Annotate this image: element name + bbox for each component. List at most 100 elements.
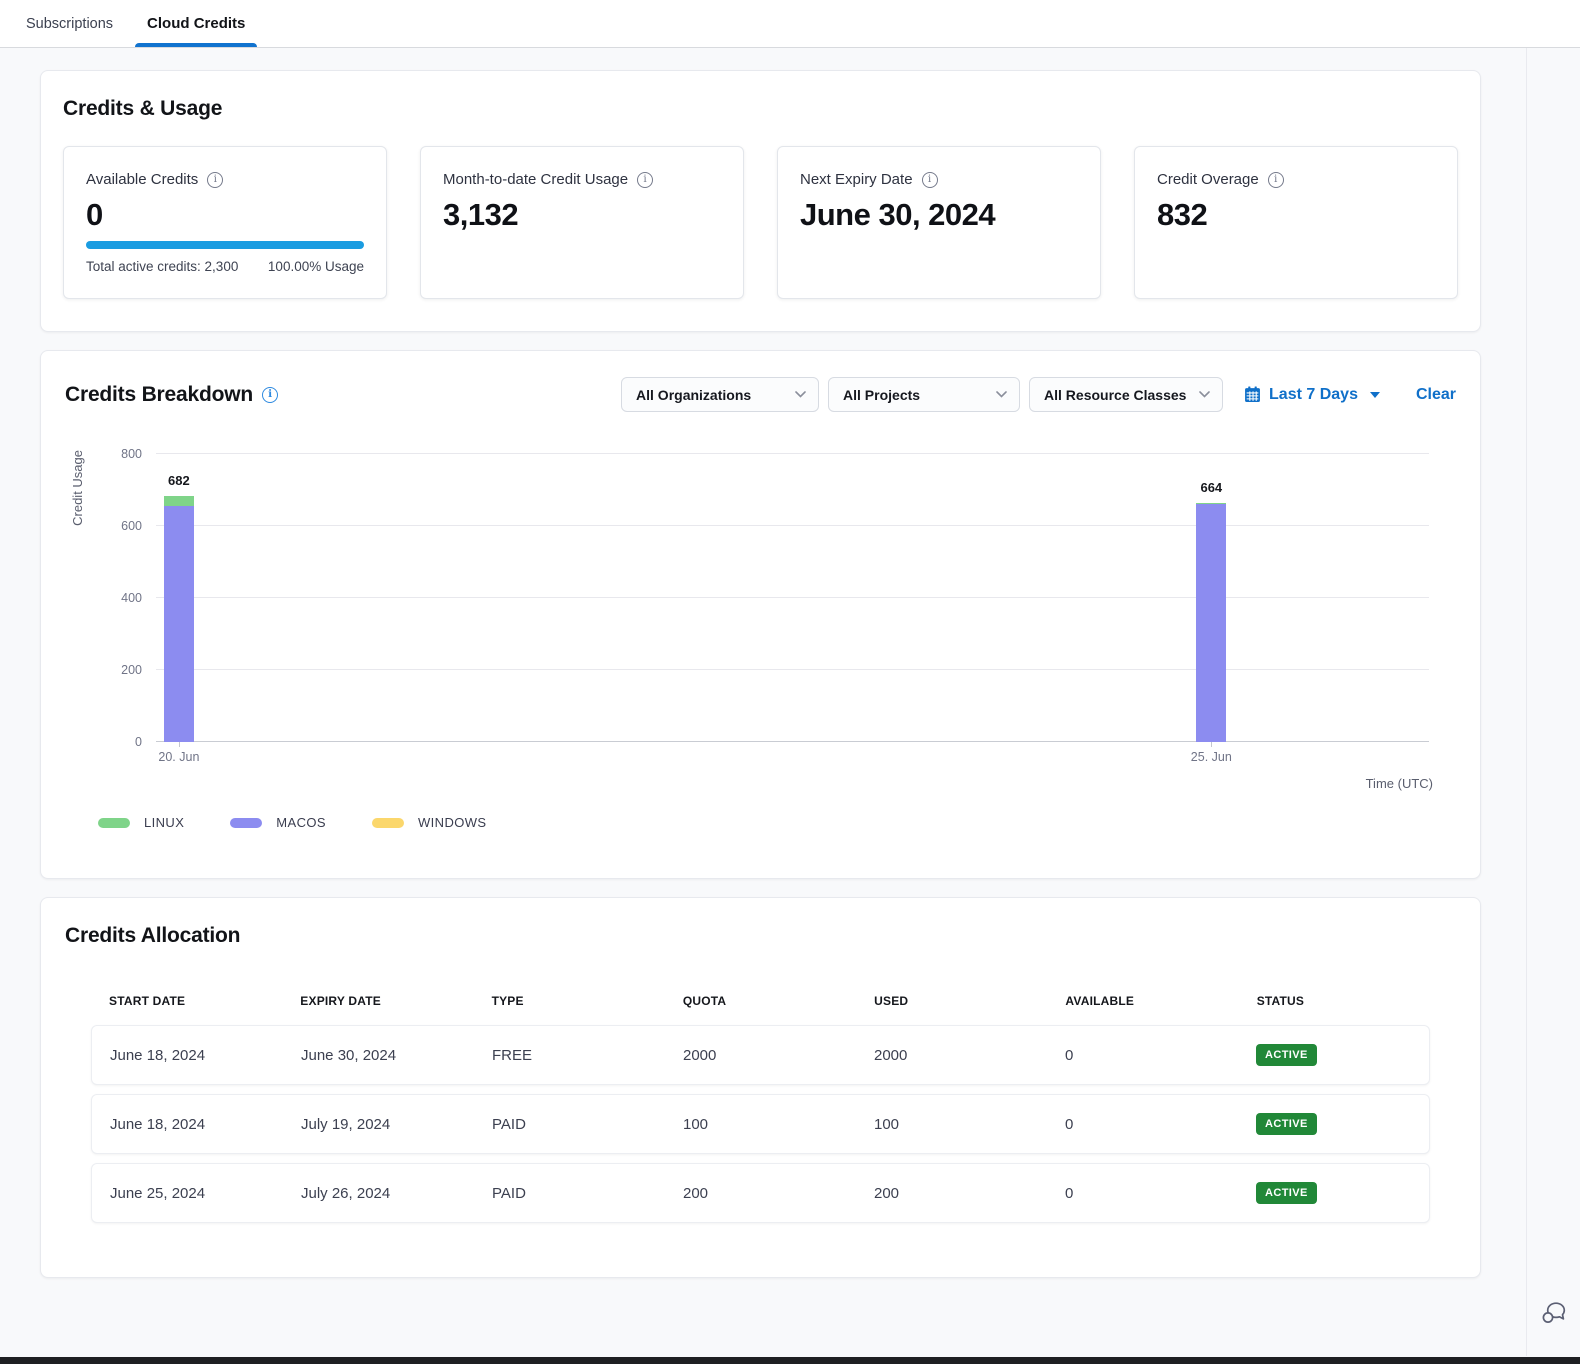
cell-start-date: June 18, 2024 bbox=[92, 1116, 283, 1133]
support-chat-button[interactable] bbox=[1539, 1300, 1567, 1326]
legend-swatch bbox=[372, 818, 404, 828]
cell-type: FREE bbox=[474, 1047, 665, 1064]
x-axis-tick bbox=[1211, 742, 1212, 747]
cell-type: PAID bbox=[474, 1185, 665, 1202]
chat-bubbles-icon bbox=[1539, 1300, 1567, 1326]
credits-allocation-section: Credits Allocation START DATE EXPIRY DAT… bbox=[40, 897, 1481, 1278]
credits-breakdown-title: Credits Breakdown i bbox=[65, 383, 278, 407]
chevron-down-icon bbox=[996, 391, 1007, 398]
usage-percentage: 100.00% Usage bbox=[268, 259, 364, 274]
cell-available: 0 bbox=[1047, 1047, 1238, 1064]
stacked-bar bbox=[164, 496, 194, 742]
right-rail-divider bbox=[1526, 48, 1527, 1356]
credits-usage-title: Credits & Usage bbox=[63, 97, 1458, 121]
y-axis-tick-label: 400 bbox=[121, 591, 142, 605]
available-credits-value: 0 bbox=[86, 197, 364, 233]
legend-label: MACOS bbox=[276, 815, 326, 830]
col-used: USED bbox=[856, 994, 1047, 1008]
credits-usage-section: Credits & Usage Available Credits i 0 To… bbox=[40, 70, 1481, 332]
tab-cloud-credits-label: Cloud Credits bbox=[147, 15, 245, 32]
calendar-icon bbox=[1244, 386, 1261, 403]
cell-expiry-date: July 26, 2024 bbox=[283, 1185, 474, 1202]
tab-bar: Subscriptions Cloud Credits bbox=[0, 0, 1580, 48]
available-credits-card: Available Credits i 0 Total active credi… bbox=[63, 146, 387, 299]
tab-subscriptions-label: Subscriptions bbox=[26, 16, 113, 32]
x-axis-tick-label: 20. Jun bbox=[158, 750, 199, 764]
status-badge: ACTIVE bbox=[1256, 1113, 1317, 1135]
table-row: June 18, 2024 July 19, 2024 PAID 100 100… bbox=[91, 1094, 1430, 1154]
bar-total-label: 682 bbox=[168, 473, 190, 488]
cell-quota: 100 bbox=[665, 1116, 856, 1133]
cell-used: 100 bbox=[856, 1116, 1047, 1133]
x-axis-title: Time (UTC) bbox=[1366, 776, 1433, 791]
next-expiry-value: June 30, 2024 bbox=[800, 197, 1078, 233]
cell-used: 2000 bbox=[856, 1047, 1047, 1064]
mtd-usage-label: Month-to-date Credit Usage bbox=[443, 171, 628, 188]
gridline bbox=[156, 453, 1429, 454]
bar-segment-macos bbox=[1196, 504, 1226, 742]
gridline bbox=[156, 741, 1429, 742]
table-row: June 25, 2024 July 26, 2024 PAID 200 200… bbox=[91, 1163, 1430, 1223]
bar-segment-macos bbox=[164, 506, 194, 742]
cell-type: PAID bbox=[474, 1116, 665, 1133]
gridline bbox=[156, 597, 1429, 598]
info-icon[interactable]: i bbox=[1268, 172, 1284, 188]
tab-cloud-credits[interactable]: Cloud Credits bbox=[143, 0, 249, 47]
y-axis-tick-label: 200 bbox=[121, 663, 142, 677]
cell-available: 0 bbox=[1047, 1116, 1238, 1133]
credit-overage-label: Credit Overage bbox=[1157, 171, 1259, 188]
bar-total-label: 664 bbox=[1200, 480, 1222, 495]
y-axis-tick-label: 0 bbox=[135, 735, 142, 749]
cell-expiry-date: June 30, 2024 bbox=[283, 1047, 474, 1064]
main-content: Credits & Usage Available Credits i 0 To… bbox=[0, 48, 1527, 1364]
legend-item-linux[interactable]: LINUX bbox=[98, 815, 184, 830]
col-quota: QUOTA bbox=[665, 994, 856, 1008]
clear-filters-button[interactable]: Clear bbox=[1416, 386, 1456, 404]
info-icon[interactable]: i bbox=[922, 172, 938, 188]
chevron-down-icon bbox=[795, 391, 806, 398]
available-credits-label: Available Credits bbox=[86, 171, 198, 188]
gridline bbox=[156, 669, 1429, 670]
col-available: AVAILABLE bbox=[1047, 994, 1238, 1008]
gridline bbox=[156, 525, 1429, 526]
bottom-edge-bar bbox=[0, 1357, 1580, 1364]
next-expiry-label: Next Expiry Date bbox=[800, 171, 913, 188]
cell-quota: 200 bbox=[665, 1185, 856, 1202]
mtd-usage-value: 3,132 bbox=[443, 197, 721, 233]
resource-classes-dropdown[interactable]: All Resource Classes bbox=[1029, 377, 1223, 412]
legend-label: LINUX bbox=[144, 815, 184, 830]
cell-start-date: June 18, 2024 bbox=[92, 1047, 283, 1064]
table-header-row: START DATE EXPIRY DATE TYPE QUOTA USED A… bbox=[91, 994, 1430, 1025]
y-axis-tick-label: 800 bbox=[121, 447, 142, 461]
cell-start-date: June 25, 2024 bbox=[92, 1185, 283, 1202]
credits-allocation-table: START DATE EXPIRY DATE TYPE QUOTA USED A… bbox=[91, 994, 1430, 1223]
legend-item-macos[interactable]: MACOS bbox=[230, 815, 326, 830]
date-range-picker[interactable]: Last 7 Days bbox=[1244, 386, 1380, 404]
col-expiry-date: EXPIRY DATE bbox=[282, 994, 473, 1008]
stat-card-grid: Available Credits i 0 Total active credi… bbox=[63, 146, 1458, 299]
date-range-label: Last 7 Days bbox=[1269, 386, 1358, 404]
usage-progress-bar bbox=[86, 241, 364, 249]
chart-legend: LINUX MACOS WINDOWS bbox=[98, 815, 1456, 830]
next-expiry-card: Next Expiry Date i June 30, 2024 bbox=[777, 146, 1101, 299]
credit-usage-chart-plot: Credit Usage Time (UTC) 0200400600800682… bbox=[156, 454, 1429, 742]
info-icon[interactable]: i bbox=[637, 172, 653, 188]
projects-dropdown[interactable]: All Projects bbox=[828, 377, 1020, 412]
col-start-date: START DATE bbox=[91, 994, 282, 1008]
info-icon[interactable]: i bbox=[262, 387, 278, 403]
breakdown-filters: All Organizations All Projects All Resou… bbox=[621, 377, 1456, 412]
stacked-bar bbox=[1196, 503, 1226, 742]
organizations-dropdown[interactable]: All Organizations bbox=[621, 377, 819, 412]
cell-quota: 2000 bbox=[665, 1047, 856, 1064]
col-status: STATUS bbox=[1239, 994, 1430, 1008]
legend-item-windows[interactable]: WINDOWS bbox=[372, 815, 487, 830]
x-axis-tick bbox=[179, 742, 180, 747]
mtd-usage-card: Month-to-date Credit Usage i 3,132 bbox=[420, 146, 744, 299]
info-icon[interactable]: i bbox=[207, 172, 223, 188]
status-badge: ACTIVE bbox=[1256, 1182, 1317, 1204]
chevron-down-icon bbox=[1199, 391, 1210, 398]
tab-subscriptions[interactable]: Subscriptions bbox=[22, 0, 117, 47]
bar-segment-linux bbox=[164, 496, 194, 506]
x-axis-tick-label: 25. Jun bbox=[1191, 750, 1232, 764]
credits-breakdown-section: Credits Breakdown i All Organizations Al… bbox=[40, 350, 1481, 879]
